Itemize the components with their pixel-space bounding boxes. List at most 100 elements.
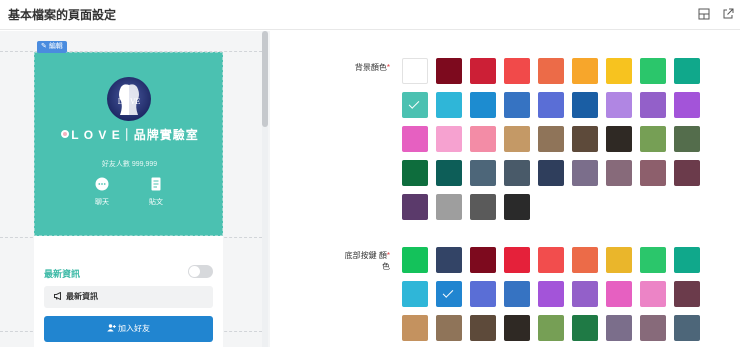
background-color-swatch[interactable] xyxy=(674,58,700,84)
add-friend-button[interactable]: 加入好友 xyxy=(44,316,213,342)
button-color-swatch[interactable] xyxy=(470,315,496,341)
background-color-swatch[interactable] xyxy=(436,126,462,152)
required-mark: * xyxy=(386,251,390,260)
background-color-swatch[interactable] xyxy=(606,92,632,118)
background-color-swatch[interactable] xyxy=(640,126,666,152)
background-color-swatch[interactable] xyxy=(640,92,666,118)
button-color-swatch[interactable] xyxy=(606,315,632,341)
post-action[interactable]: 貼文 xyxy=(136,177,176,207)
edit-badge[interactable]: ✎ 編輯 xyxy=(37,41,67,53)
chat-action[interactable]: 聊天 xyxy=(82,177,122,207)
background-color-swatch[interactable] xyxy=(504,126,530,152)
button-color-swatch[interactable] xyxy=(640,247,666,273)
add-friend-label: 加入好友 xyxy=(118,324,150,333)
button-color-swatch[interactable] xyxy=(538,247,564,273)
background-color-swatch[interactable] xyxy=(470,194,496,220)
add-user-icon xyxy=(107,324,116,332)
background-color-swatch[interactable] xyxy=(538,160,564,186)
shop-name: L O V E｜品牌實驗室 xyxy=(53,127,207,143)
button-color-swatch[interactable] xyxy=(674,281,700,307)
check-icon xyxy=(408,98,420,109)
avatar: LO VE xyxy=(107,77,151,121)
button-color-label: 底部按鍵 顏* 色 xyxy=(330,250,390,272)
button-color-swatch[interactable] xyxy=(402,315,428,341)
button-color-swatch[interactable] xyxy=(572,281,598,307)
check-icon xyxy=(442,287,454,298)
button-color-swatch[interactable] xyxy=(436,315,462,341)
background-color-swatch[interactable] xyxy=(640,160,666,186)
button-color-swatch[interactable] xyxy=(402,281,428,307)
background-color-swatch[interactable] xyxy=(674,92,700,118)
background-color-swatch[interactable] xyxy=(538,58,564,84)
preview-pane[interactable]: ✎ 編輯 LO VE L O V E｜品牌實驗室 好友人數 999,999 聊天 xyxy=(0,31,270,347)
background-color-swatch[interactable] xyxy=(402,194,428,220)
background-color-swatch[interactable] xyxy=(538,92,564,118)
post-icon xyxy=(151,177,161,191)
button-color-swatch[interactable] xyxy=(436,281,462,307)
background-color-swatch[interactable] xyxy=(470,126,496,152)
background-color-swatch[interactable] xyxy=(572,126,598,152)
preview-scrollbar[interactable] xyxy=(262,31,268,347)
background-color-swatch[interactable] xyxy=(640,58,666,84)
news-item-label: 最新資訊 xyxy=(66,292,98,301)
button-color-swatch[interactable] xyxy=(572,315,598,341)
external-link-icon[interactable] xyxy=(722,8,734,20)
background-color-swatch[interactable] xyxy=(402,58,428,84)
background-color-swatch[interactable] xyxy=(402,126,428,152)
background-color-swatch[interactable] xyxy=(606,160,632,186)
background-color-swatch[interactable] xyxy=(572,92,598,118)
button-color-swatch[interactable] xyxy=(538,315,564,341)
edit-badge-label: 編輯 xyxy=(48,43,63,50)
background-color-swatch[interactable] xyxy=(504,194,530,220)
scroll-thumb[interactable] xyxy=(262,31,268,127)
button-color-swatch[interactable] xyxy=(640,315,666,341)
background-color-swatch[interactable] xyxy=(436,160,462,186)
news-item[interactable]: 最新資訊 xyxy=(44,286,213,308)
background-color-swatch[interactable] xyxy=(674,160,700,186)
button-color-label-line1: 底部按鍵 顏 xyxy=(344,251,387,260)
button-color-swatch[interactable] xyxy=(674,315,700,341)
background-color-swatch[interactable] xyxy=(674,126,700,152)
button-color-swatch[interactable] xyxy=(470,247,496,273)
toggle-knob xyxy=(189,266,200,277)
chat-label: 聊天 xyxy=(95,199,109,206)
button-color-swatch[interactable] xyxy=(470,281,496,307)
news-section-title: 最新資訊 xyxy=(44,269,81,279)
background-color-swatch[interactable] xyxy=(572,58,598,84)
background-color-swatch[interactable] xyxy=(504,92,530,118)
shop-badge-icon xyxy=(61,130,70,138)
background-color-swatch[interactable] xyxy=(606,58,632,84)
button-color-swatch[interactable] xyxy=(606,281,632,307)
background-color-label: 背景顏色* xyxy=(330,62,390,73)
expand-icon[interactable] xyxy=(698,8,710,20)
button-color-swatch[interactable] xyxy=(402,247,428,273)
background-color-swatch[interactable] xyxy=(538,126,564,152)
background-color-swatch[interactable] xyxy=(402,92,428,118)
background-color-swatch[interactable] xyxy=(504,58,530,84)
background-color-swatch[interactable] xyxy=(402,160,428,186)
background-color-swatch[interactable] xyxy=(470,92,496,118)
settings-pane: 背景顏色* 底部按鍵 顏* 色 xyxy=(270,31,740,347)
background-color-swatch[interactable] xyxy=(572,160,598,186)
background-color-swatch[interactable] xyxy=(470,58,496,84)
post-label: 貼文 xyxy=(149,199,163,206)
button-color-swatch[interactable] xyxy=(538,281,564,307)
background-color-swatch[interactable] xyxy=(606,126,632,152)
background-color-swatch[interactable] xyxy=(436,58,462,84)
button-color-swatch[interactable] xyxy=(504,281,530,307)
button-color-swatch[interactable] xyxy=(606,247,632,273)
phone-preview: ✎ 編輯 LO VE L O V E｜品牌實驗室 好友人數 999,999 聊天 xyxy=(34,41,223,347)
button-color-swatch[interactable] xyxy=(504,247,530,273)
background-color-swatch[interactable] xyxy=(436,194,462,220)
profile-cover[interactable]: ✎ 編輯 LO VE L O V E｜品牌實驗室 好友人數 999,999 聊天 xyxy=(34,41,223,236)
background-color-swatch[interactable] xyxy=(436,92,462,118)
required-mark: * xyxy=(386,63,390,72)
button-color-swatch[interactable] xyxy=(504,315,530,341)
button-color-swatch[interactable] xyxy=(436,247,462,273)
background-color-swatch[interactable] xyxy=(470,160,496,186)
button-color-swatch[interactable] xyxy=(640,281,666,307)
news-toggle[interactable] xyxy=(188,265,213,278)
button-color-swatch[interactable] xyxy=(674,247,700,273)
button-color-swatch[interactable] xyxy=(572,247,598,273)
background-color-swatch[interactable] xyxy=(504,160,530,186)
